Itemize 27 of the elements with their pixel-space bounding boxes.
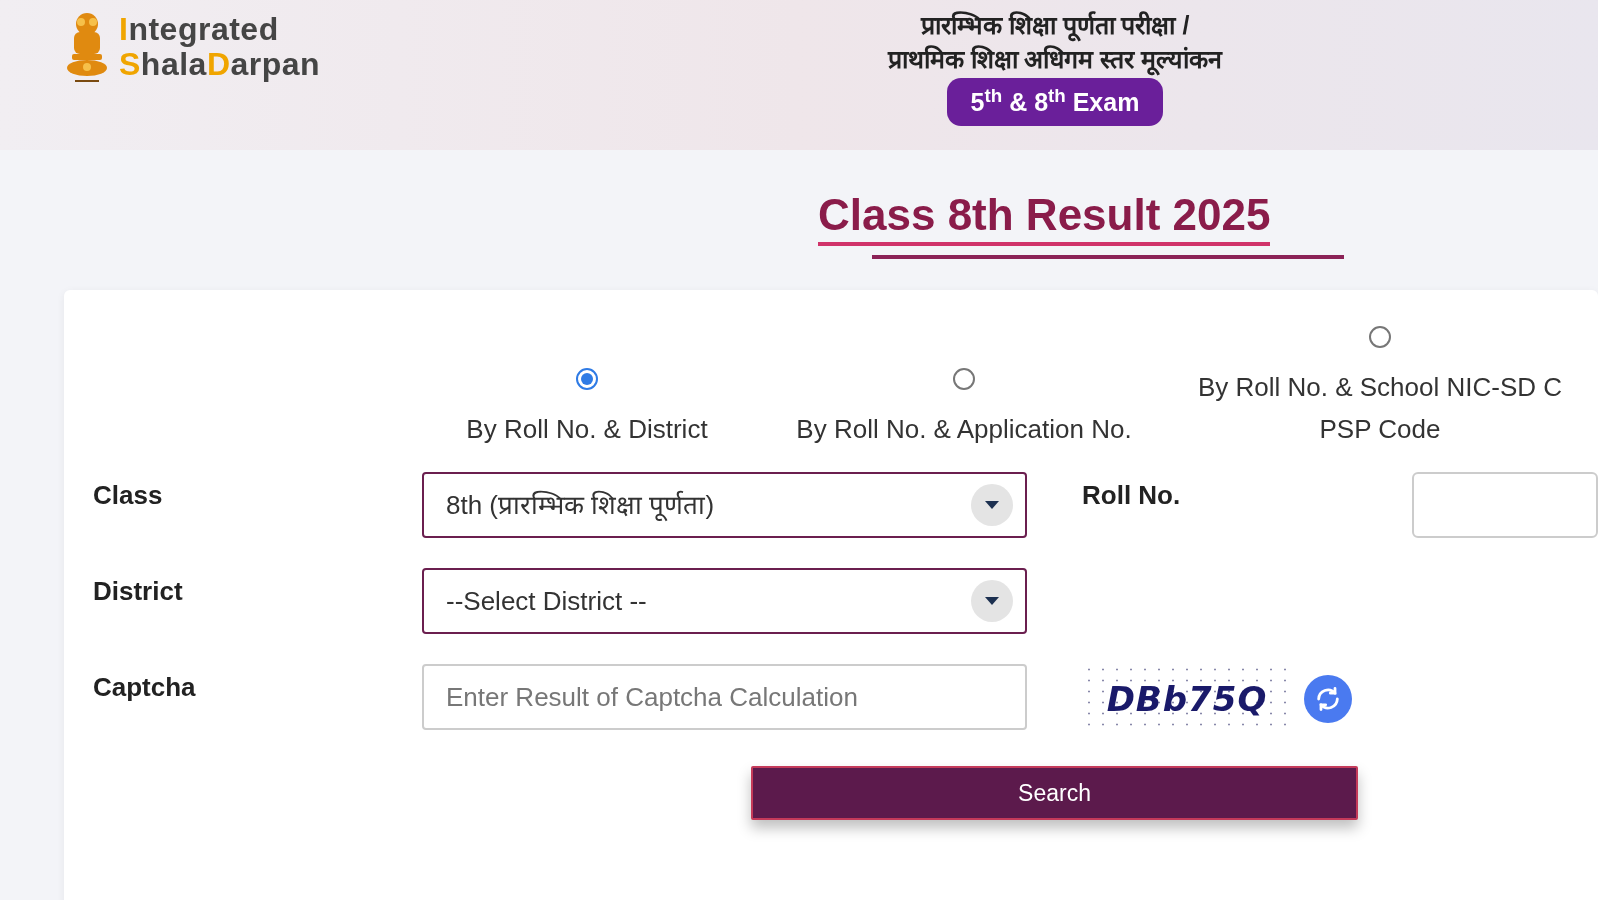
refresh-icon[interactable] [1304, 675, 1352, 723]
search-mode-option[interactable]: By Roll No. & Application No. [774, 368, 1154, 450]
field-label: District [93, 575, 184, 608]
search-mode-option[interactable]: By Roll No. & School NIC-SD C PSP Code [1162, 326, 1598, 450]
field-label: Roll No. [1082, 479, 1182, 512]
select-field[interactable]: --Select District -- [422, 568, 1027, 634]
field-label: Class [93, 479, 164, 512]
search-mode-option[interactable]: By Roll No. & District [417, 368, 757, 450]
exam-title: प्राथमिक शिक्षा अधिगम स्तर मूल्यांकन [887, 42, 1223, 76]
radio-button[interactable] [576, 368, 598, 390]
option-label[interactable]: By Roll No. & Application No. [796, 408, 1132, 450]
radio-button[interactable] [1369, 326, 1391, 348]
option-label[interactable]: By Roll No. & District [466, 408, 708, 450]
captcha-input[interactable]: Enter Result of Captcha Calculation [422, 664, 1027, 730]
page-title: Class 8th Result 2025 [818, 190, 1271, 246]
logo-text: Integrated [119, 12, 280, 47]
logo-text: ShalaDarpan [119, 47, 321, 82]
radio-button[interactable] [953, 368, 975, 390]
dropdown-caret-icon[interactable] [971, 580, 1013, 622]
exam-badge: 5$^{th}$ & 8$^{th}$ Exam [946, 78, 1164, 126]
search-button[interactable]: Search [751, 766, 1358, 820]
field-label: Captcha [93, 671, 197, 704]
select-field[interactable]: 8th (प्रारम्भिक शिक्षा पूर्णता) [422, 472, 1027, 538]
option-label[interactable]: By Roll No. & School NIC-SD C PSP Code [1197, 366, 1563, 450]
exam-title: प्रारम्भिक शिक्षा पूर्णता परीक्षा / [920, 8, 1190, 42]
roll-number-input[interactable] [1412, 472, 1598, 538]
dropdown-caret-icon[interactable] [971, 484, 1013, 526]
